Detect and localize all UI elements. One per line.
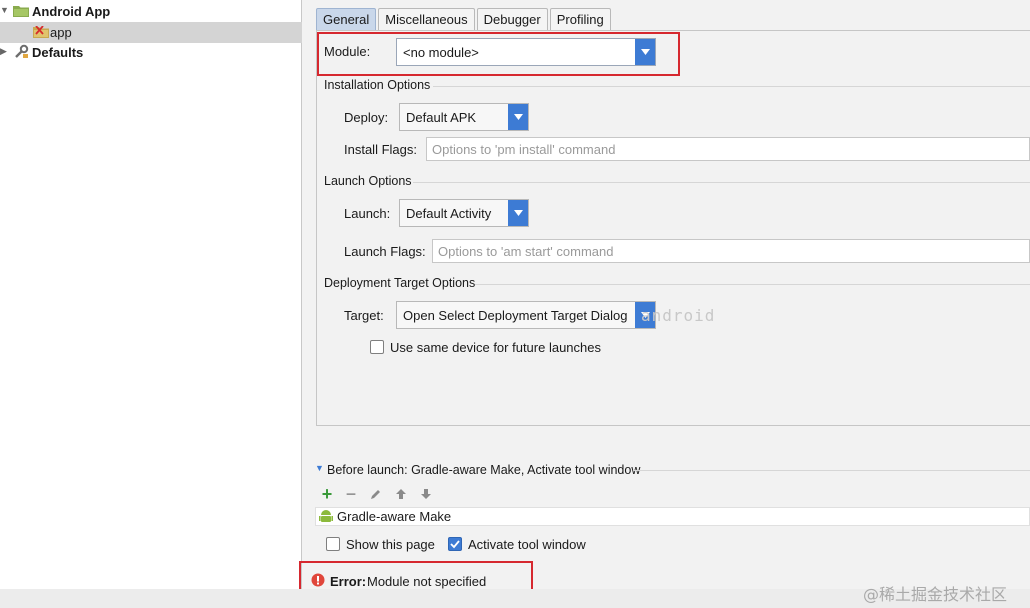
launch-label: Launch:	[344, 206, 391, 221]
before-launch-list: Gradle-aware Make	[315, 507, 1030, 526]
tree-label-defaults: Defaults	[32, 45, 84, 60]
installation-options-divider	[433, 86, 1030, 87]
target-select-value: Open Select Deployment Target Dialog	[403, 307, 628, 323]
same-device-label: Use same device for future launches	[390, 340, 601, 355]
before-launch-item-label: Gradle-aware Make	[337, 509, 452, 524]
tab-bar: General Miscellaneous Debugger Profiling	[316, 8, 613, 30]
same-device-checkbox[interactable]	[370, 340, 384, 354]
tree-item-app[interactable]: app	[0, 22, 302, 43]
ghost-watermark: android	[641, 306, 716, 325]
android-gradle-icon	[319, 510, 333, 522]
module-dropdown-arrow-icon[interactable]	[635, 39, 655, 65]
add-task-icon[interactable]: +	[319, 484, 335, 504]
run-configurations-tree: ▼ Android App app ▶ Defaults	[0, 0, 302, 590]
before-launch-collapse-icon[interactable]: ▼	[315, 463, 324, 473]
launch-select[interactable]: Default Activity	[399, 199, 529, 227]
site-watermark: @稀土掘金技术社区	[863, 585, 1008, 604]
launch-options-divider	[413, 182, 1030, 183]
android-app-folder-icon	[13, 6, 29, 17]
defaults-wrench-icon	[15, 44, 29, 58]
install-flags-placeholder: Options to 'pm install' command	[432, 141, 616, 157]
launch-flags-label: Launch Flags:	[344, 244, 426, 259]
tree-item-defaults[interactable]: ▶ Defaults	[0, 42, 302, 63]
install-flags-label: Install Flags:	[344, 142, 417, 157]
collapse-arrow-icon[interactable]: ▶	[0, 46, 10, 57]
tab-debugger[interactable]: Debugger	[476, 8, 548, 30]
deploy-select-value: Default APK	[406, 109, 477, 125]
checkmark-icon	[450, 540, 460, 549]
remove-task-icon[interactable]: −	[343, 484, 359, 504]
error-icon	[311, 573, 325, 587]
deploy-dropdown-arrow-icon[interactable]	[508, 104, 528, 130]
launch-flags-field[interactable]: Options to 'am start' command	[432, 239, 1030, 263]
deploy-select[interactable]: Default APK	[399, 103, 529, 131]
before-launch-title: Before launch: Gradle-aware Make, Activa…	[327, 463, 641, 477]
target-label: Target:	[344, 308, 384, 323]
module-select[interactable]: <no module>	[396, 38, 656, 66]
edit-task-icon[interactable]	[368, 486, 384, 502]
activate-tool-window-checkbox[interactable]	[448, 537, 462, 551]
tree-item-android-app[interactable]: ▼ Android App	[0, 1, 302, 22]
error-prefix: Error:	[330, 574, 367, 589]
launch-flags-placeholder: Options to 'am start' command	[438, 243, 614, 259]
target-select[interactable]: Open Select Deployment Target Dialog	[396, 301, 656, 329]
module-select-value: <no module>	[403, 44, 479, 60]
show-page-label: Show this page	[346, 537, 435, 552]
activate-tool-window-label: Activate tool window	[468, 537, 586, 552]
deployment-target-divider	[475, 284, 1030, 285]
deploy-label: Deploy:	[344, 110, 389, 125]
install-flags-field[interactable]: Options to 'pm install' command	[426, 137, 1030, 161]
launch-select-value: Default Activity	[406, 205, 492, 221]
tab-general[interactable]: General	[316, 8, 377, 30]
list-item[interactable]: Gradle-aware Make	[316, 508, 1029, 525]
tab-profiling[interactable]: Profiling	[549, 8, 611, 30]
module-label: Module:	[324, 44, 371, 59]
installation-options-title: Installation Options	[324, 78, 431, 92]
move-down-icon[interactable]	[418, 486, 434, 502]
move-up-icon[interactable]	[393, 486, 409, 502]
expand-arrow-icon[interactable]: ▼	[0, 5, 10, 15]
configuration-panel: General Miscellaneous Debugger Profiling…	[299, 0, 1030, 608]
app-config-error-icon	[33, 26, 49, 38]
tree-label-android-app: Android App	[32, 4, 111, 19]
launch-dropdown-arrow-icon[interactable]	[508, 200, 528, 226]
show-page-checkbox[interactable]	[326, 537, 340, 551]
tree-label-app: app	[50, 25, 72, 40]
before-launch-divider	[633, 470, 1030, 471]
error-message: Module not specified	[367, 574, 487, 589]
launch-options-title: Launch Options	[324, 174, 412, 188]
deployment-target-title: Deployment Target Options	[324, 276, 476, 290]
tab-miscellaneous[interactable]: Miscellaneous	[378, 8, 475, 30]
